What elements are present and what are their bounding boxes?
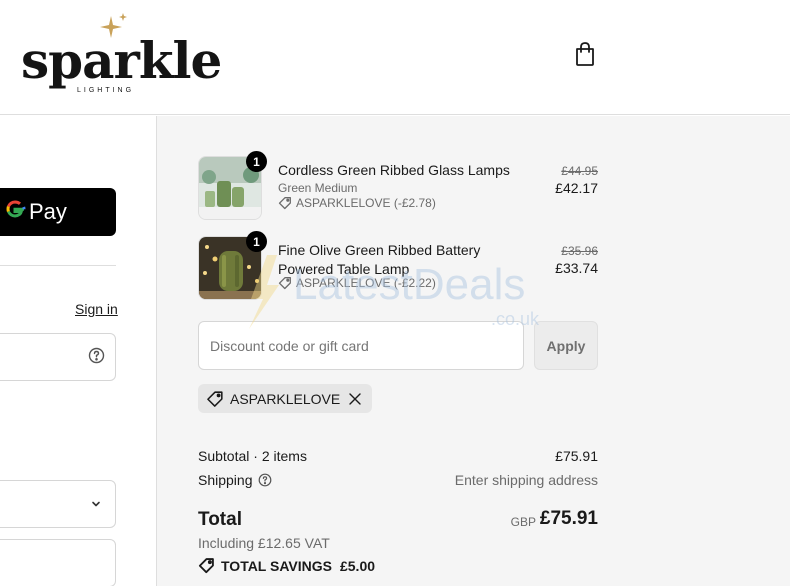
original-price: £35.96 bbox=[561, 244, 598, 258]
item-price: £33.74 bbox=[555, 260, 598, 276]
google-logo-icon bbox=[6, 200, 26, 218]
chevron-down-icon bbox=[92, 501, 100, 507]
google-g-icon bbox=[4, 198, 26, 226]
total-savings-value: £5.00 bbox=[339, 557, 376, 574]
total-value: £75.91 bbox=[539, 508, 598, 529]
original-price: £44.95 bbox=[561, 164, 598, 178]
shipping-label: Shipping bbox=[198, 472, 253, 488]
name-field[interactable] bbox=[0, 539, 116, 586]
help-circle-icon[interactable] bbox=[88, 347, 105, 364]
divider bbox=[0, 265, 116, 266]
logo-wordmark: sparkle bbox=[21, 31, 222, 90]
total-savings: TOTAL SAVINGS £5.00 bbox=[198, 557, 375, 574]
shipping-label-group: Shipping bbox=[198, 472, 272, 488]
remove-discount-close-icon[interactable] bbox=[348, 392, 362, 406]
tag-icon bbox=[278, 197, 291, 210]
header: sparkle LIGHTING bbox=[0, 0, 790, 115]
line-item: 1 Cordless Green Ribbed Glass Lamps Gree… bbox=[198, 151, 598, 220]
quantity-badge: 1 bbox=[246, 231, 267, 252]
tag-icon bbox=[278, 277, 291, 290]
quantity-badge: 1 bbox=[246, 151, 267, 172]
help-circle-icon[interactable] bbox=[258, 473, 272, 487]
applied-discount-tag: ASPARKLELOVE bbox=[198, 384, 373, 413]
apply-discount-button[interactable]: Apply bbox=[534, 321, 598, 370]
line-item: 1 Fine Olive Green Ribbed Battery Powere… bbox=[198, 231, 598, 300]
shipping-value: Enter shipping address bbox=[454, 472, 598, 488]
item-discount: ASPARKLELOVE (-£2.78) bbox=[278, 196, 436, 210]
discount-code-input[interactable] bbox=[198, 321, 524, 370]
item-discount-code: ASPARKLELOVE (-£2.22) bbox=[296, 276, 436, 290]
logo-subtitle: LIGHTING bbox=[77, 87, 135, 94]
tag-icon bbox=[207, 390, 223, 407]
order-summary: 1 Cordless Green Ribbed Glass Lamps Gree… bbox=[156, 116, 790, 586]
shopping-bag-icon[interactable] bbox=[573, 41, 597, 67]
tag-icon bbox=[198, 558, 214, 574]
sparkle-logo[interactable]: sparkle LIGHTING bbox=[21, 12, 222, 98]
subtotal-label: Subtotal · 2 items bbox=[198, 448, 307, 464]
applied-discount-code: ASPARKLELOVE bbox=[230, 390, 341, 407]
item-price: £42.17 bbox=[555, 180, 598, 196]
total-savings-label: TOTAL SAVINGS bbox=[221, 557, 332, 574]
currency-code: GBP bbox=[510, 515, 536, 529]
item-discount: ASPARKLELOVE (-£2.22) bbox=[278, 276, 436, 290]
email-field[interactable] bbox=[0, 333, 116, 381]
checkout-form: Pay Sign in bbox=[0, 116, 156, 586]
google-pay-button[interactable]: Pay bbox=[0, 188, 116, 236]
total-label: Total bbox=[198, 509, 242, 530]
vat-note: Including £12.65 VAT bbox=[198, 535, 330, 551]
sign-in-link[interactable]: Sign in bbox=[75, 301, 118, 317]
google-pay-label: Pay bbox=[29, 199, 67, 224]
item-name: Cordless Green Ribbed Glass Lamps bbox=[278, 162, 510, 178]
subtotal-value: £75.91 bbox=[555, 448, 598, 464]
item-variant: Green Medium bbox=[278, 181, 358, 195]
item-name: Fine Olive Green Ribbed Battery Powered … bbox=[278, 242, 481, 277]
item-discount-code: ASPARKLELOVE (-£2.78) bbox=[296, 196, 436, 210]
country-select[interactable] bbox=[0, 480, 116, 528]
